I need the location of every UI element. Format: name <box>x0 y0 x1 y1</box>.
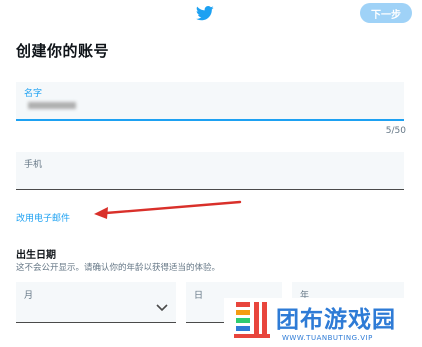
page-title: 创建你的账号 <box>16 42 110 60</box>
watermark-text: 团布游戏园 <box>276 307 396 333</box>
twitter-bird-icon <box>196 6 214 21</box>
blurred-name-value <box>28 102 76 109</box>
name-char-counter: 5/50 <box>385 126 406 136</box>
chevron-down-icon <box>156 304 168 312</box>
birth-date-title: 出生日期 <box>16 250 56 261</box>
name-field[interactable]: 名字 <box>16 82 404 121</box>
red-arrow-annotation <box>94 200 242 219</box>
phone-field[interactable]: 手机 <box>16 152 404 190</box>
day-select-label: 日 <box>194 291 204 301</box>
month-select[interactable]: 月 <box>16 282 176 323</box>
birth-date-description: 这不会公开显示。请确认你的年龄以获得适当的体验。 <box>16 263 221 273</box>
watermark-url: WWW.TUANBUTING.VIP <box>282 334 373 342</box>
use-email-link[interactable]: 改用电子邮件 <box>16 211 70 224</box>
month-select-label: 月 <box>24 291 34 301</box>
next-button[interactable]: 下一步 <box>360 3 412 23</box>
name-field-label: 名字 <box>24 89 43 99</box>
watermark-logo-icon <box>234 302 270 338</box>
phone-field-label: 手机 <box>24 160 43 170</box>
site-watermark: 团布游戏园 WWW.TUANBUTING.VIP <box>224 298 422 347</box>
